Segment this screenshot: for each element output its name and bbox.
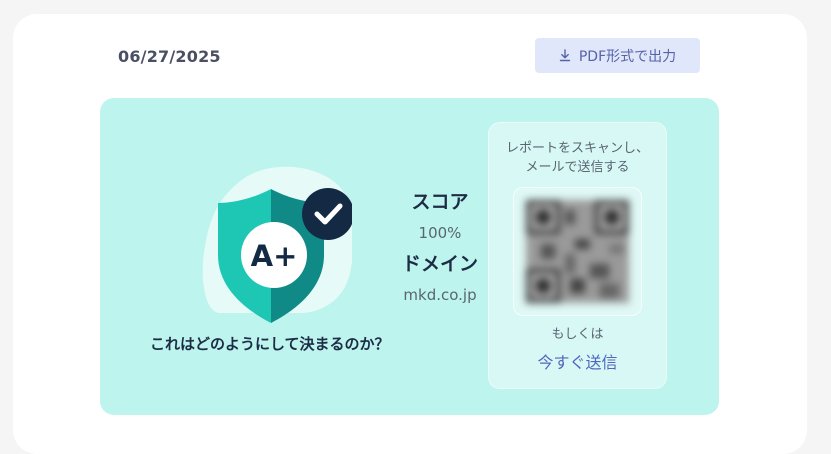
report-card: 06/27/2025 PDF形式で出力 A+ これはどのようにして決まるのか？ … (13, 14, 807, 454)
how-determined-link[interactable]: これはどのようにして決まるのか？ (150, 333, 390, 354)
export-pdf-label: PDF形式で出力 (578, 48, 677, 65)
report-date: 06/27/2025 (118, 47, 221, 66)
grade-badge: A+ (190, 163, 355, 325)
download-icon (559, 49, 571, 62)
scan-text-line1: レポートをスキャンし、 (505, 141, 649, 156)
export-pdf-button[interactable]: PDF形式で出力 (535, 38, 700, 73)
shield-check-icon: A+ (202, 166, 355, 323)
qr-frame (513, 187, 642, 316)
or-text: もしくは (551, 327, 604, 342)
score-value: 100% (418, 224, 462, 242)
score-info: スコア 100% ドメイン mkd.co.jp (380, 188, 500, 312)
result-panel: A+ これはどのようにして決まるのか？ スコア 100% ドメイン mkd.co… (100, 98, 719, 415)
domain-value: mkd.co.jp (403, 286, 477, 304)
domain-label: ドメイン (401, 253, 478, 275)
qr-share-card: レポートをスキャンし、 メールで送信する もしくは 今すぐ送信 (488, 122, 667, 389)
scan-instructions: レポートをスキャンし、 メールで送信する (489, 139, 666, 177)
qr-code-icon (526, 200, 629, 303)
score-label: スコア (411, 191, 469, 213)
svg-text:A+: A+ (251, 239, 298, 273)
send-now-link[interactable]: 今すぐ送信 (489, 349, 666, 373)
scan-text-line2: メールで送信する (525, 160, 630, 175)
